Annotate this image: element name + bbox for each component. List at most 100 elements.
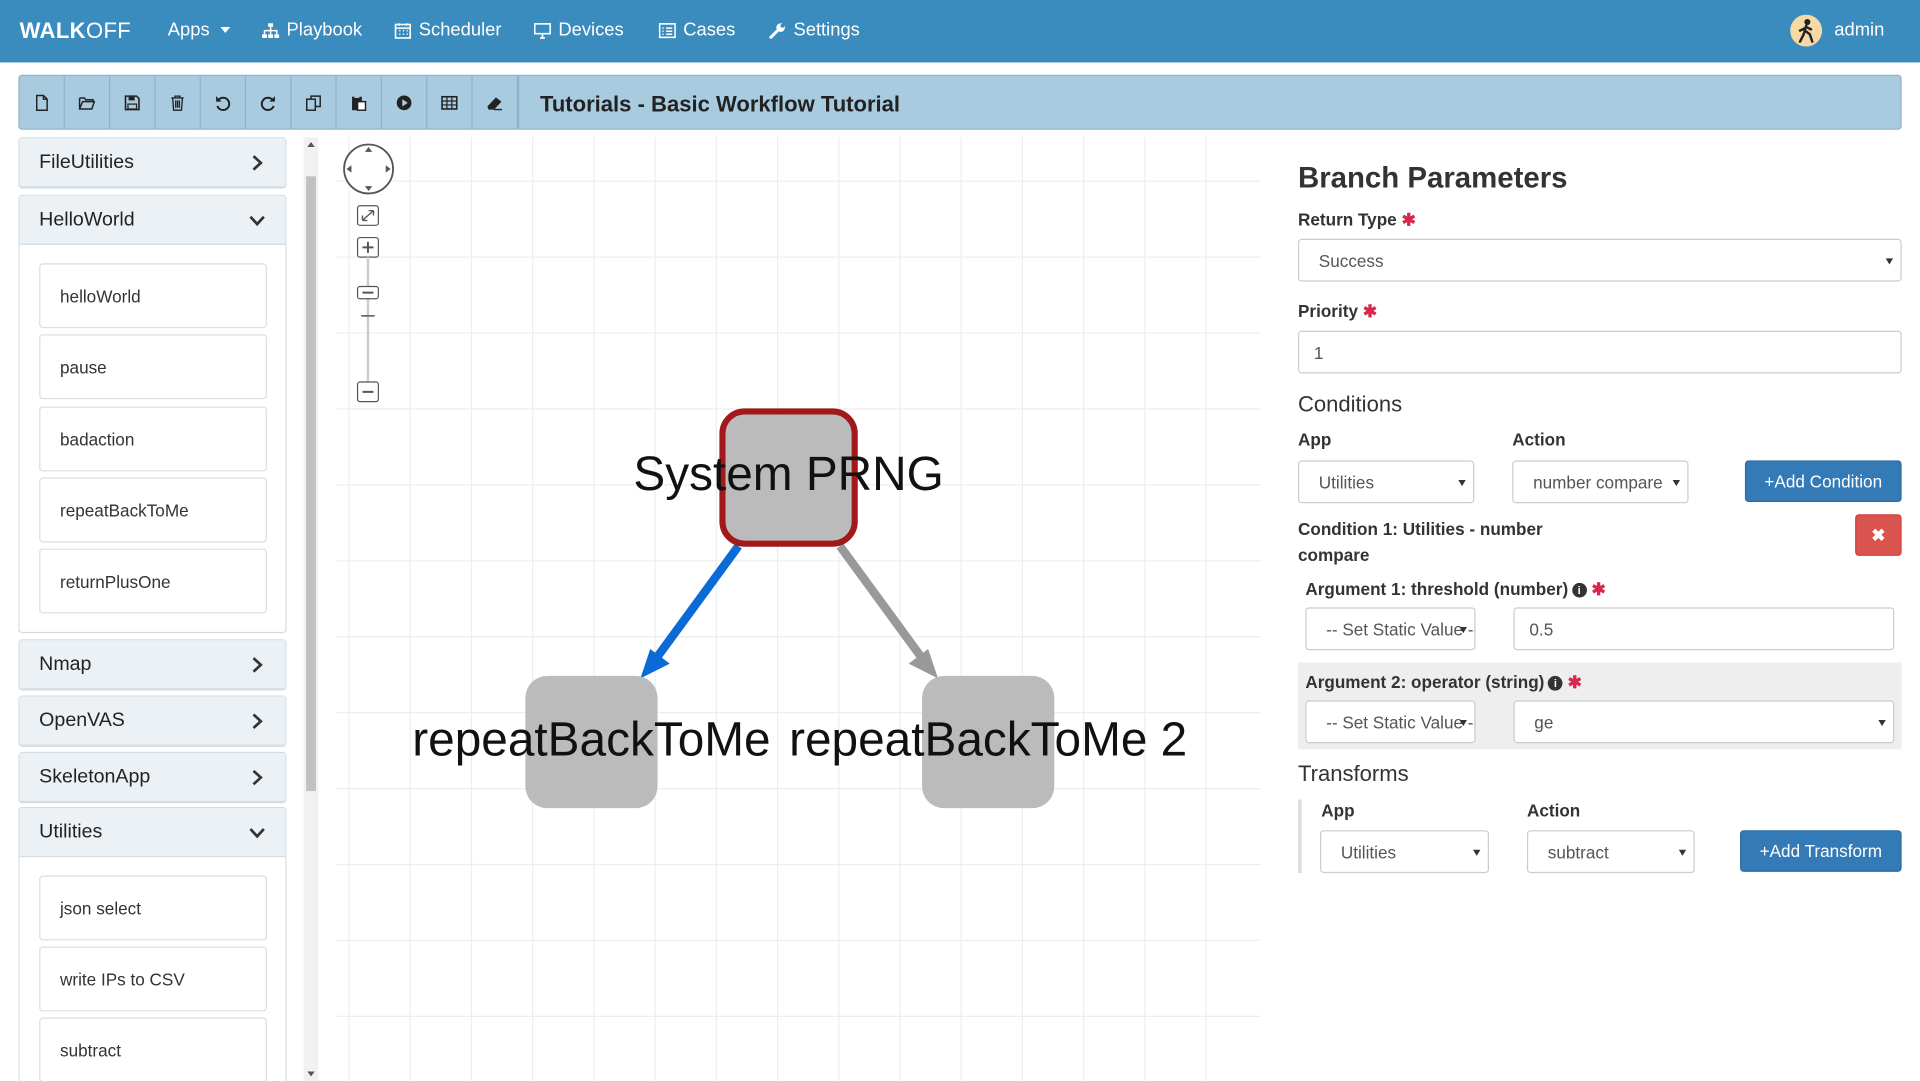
required-asterisk-icon: ✱ [1591, 579, 1606, 599]
app-panel-openvas: OpenVAS [18, 695, 287, 747]
scroll-down-arrow-icon[interactable] [307, 1071, 315, 1077]
user-avatar[interactable] [1790, 14, 1823, 47]
action-item-json-select[interactable]: json select [39, 875, 267, 941]
brand-logo[interactable]: WALKOFF [20, 18, 132, 44]
clear-button[interactable] [473, 75, 518, 129]
caret-down-icon [1885, 258, 1894, 265]
undo-button[interactable] [201, 75, 247, 129]
action-item-write-ips-to-csv[interactable]: write IPs to CSV [39, 946, 267, 1012]
nav-devices[interactable]: Devices [533, 20, 624, 40]
app-panel-nmap: Nmap [18, 639, 287, 691]
redo-button[interactable] [246, 75, 292, 129]
transform-action-label: Action [1526, 800, 1581, 821]
return-type-select[interactable]: Success [1297, 238, 1902, 282]
sidebar-scrollbar[interactable] [303, 137, 319, 1081]
caret-down-icon [1878, 720, 1886, 727]
app-name: Utilities [39, 821, 103, 843]
caret-down-icon [1459, 626, 1467, 634]
condition-action-label: Action [1512, 429, 1566, 450]
argument-1-source-select[interactable]: -- Set Static Value -- [1305, 607, 1476, 651]
graph-edge-selected[interactable] [647, 543, 742, 668]
app-header-helloworld[interactable]: HelloWorld [19, 195, 286, 245]
nav-playbook[interactable]: Playbook [262, 19, 363, 41]
info-icon[interactable]: i [1571, 582, 1587, 598]
remove-condition-button[interactable]: ✖ [1855, 514, 1902, 556]
nav-cases[interactable]: Cases [658, 19, 736, 41]
transform-action-select[interactable]: subtract [1526, 830, 1695, 874]
desktop-icon [533, 22, 551, 39]
action-item-pause[interactable]: pause [39, 334, 267, 400]
add-condition-button[interactable]: +Add Condition [1744, 460, 1902, 503]
username[interactable]: admin [1834, 20, 1884, 41]
open-button[interactable] [65, 75, 111, 129]
app-name: Nmap [39, 653, 92, 675]
node-label: repeatBackToMe 2 [789, 714, 1187, 767]
app-header-openvas[interactable]: OpenVAS [19, 696, 286, 746]
action-item-subtract[interactable]: subtract [39, 1017, 267, 1081]
chevron-right-icon [252, 713, 263, 729]
nav-cases-label: Cases [683, 19, 736, 41]
sitemap-icon [262, 22, 280, 38]
nav-scheduler[interactable]: Scheduler [394, 20, 501, 40]
caret-down-icon [220, 26, 231, 34]
graph-edge[interactable] [836, 543, 931, 668]
condition-1-title: Condition 1: Utilities - number compare [1297, 519, 1543, 565]
argument-1-value-input[interactable]: 0.5 [1513, 607, 1895, 651]
argument-2-label: Argument 2: operator (string) i ✱ [1305, 672, 1583, 692]
argument-2-source-select[interactable]: -- Set Static Value -- [1305, 700, 1476, 744]
save-button[interactable] [110, 75, 156, 129]
action-item-repeatbacktome[interactable]: repeatBackToMe [39, 477, 267, 543]
required-asterisk-icon: ✱ [1362, 301, 1378, 321]
action-item-badaction[interactable]: badaction [39, 406, 267, 472]
execute-button[interactable] [382, 75, 428, 129]
panel-title: Branch Parameters [1297, 161, 1568, 195]
scrollbar-thumb[interactable] [306, 176, 316, 792]
argument-2-value-select[interactable]: ge [1513, 700, 1895, 744]
chevron-down-icon [249, 828, 265, 839]
chevron-down-icon [249, 215, 265, 227]
action-item-returnplusone[interactable]: returnPlusOne [39, 548, 267, 614]
results-table-button[interactable] [427, 75, 473, 129]
delete-button[interactable] [156, 75, 201, 129]
copy-icon [306, 94, 321, 111]
app-header-skeletonapp[interactable]: SkeletonApp [19, 753, 286, 803]
caret-down-icon [1458, 480, 1466, 487]
nav-apps[interactable]: Apps [168, 20, 231, 40]
condition-app-label: App [1297, 429, 1332, 450]
priority-label: Priority ✱ [1297, 301, 1378, 321]
app-header-fileutilities[interactable]: FileUtilities [19, 138, 286, 188]
app-name: HelloWorld [39, 209, 135, 231]
scroll-up-arrow-icon[interactable] [307, 142, 315, 147]
info-icon[interactable]: i [1548, 675, 1563, 691]
caret-down-icon [1459, 720, 1467, 727]
caret-down-icon [1473, 849, 1481, 856]
execute-icon [396, 94, 412, 110]
condition-action-select[interactable]: number compare [1512, 460, 1689, 504]
calendar-icon [394, 22, 412, 39]
app-panel-fileutilities: FileUtilities [18, 137, 287, 189]
condition-app-select[interactable]: Utilities [1297, 460, 1475, 504]
toolbar-divider [517, 75, 520, 129]
action-item-helloworld[interactable]: helloWorld [39, 263, 267, 329]
workflow-graph-canvas[interactable]: System PRNG repeatBackToMe repeatBackToM… [336, 137, 1262, 1081]
paste-icon [352, 94, 367, 111]
app-header-utilities[interactable]: Utilities [19, 808, 286, 858]
workflow-title: Tutorials - Basic Workflow Tutorial [540, 91, 901, 117]
new-file-button[interactable] [20, 75, 65, 129]
nav-playbook-label: Playbook [286, 19, 363, 41]
paste-button[interactable] [337, 75, 383, 129]
walker-avatar-icon [1790, 14, 1823, 47]
transform-app-select[interactable]: Utilities [1320, 830, 1489, 874]
pan-zoom-control[interactable] [343, 143, 394, 403]
add-transform-button[interactable]: +Add Transform [1740, 830, 1902, 872]
open-folder-icon [78, 96, 96, 110]
copy-button[interactable] [291, 75, 337, 129]
zoom-slider-track[interactable] [366, 257, 370, 383]
argument-1-label: Argument 1: threshold (number) i ✱ [1305, 579, 1606, 599]
nav-settings[interactable]: Settings [769, 20, 860, 40]
app-panel-utilities: Utilities json select write IPs to CSV s… [18, 806, 287, 1081]
priority-input[interactable]: 1 [1297, 330, 1902, 374]
app-header-nmap[interactable]: Nmap [19, 640, 286, 690]
transforms-border [1297, 799, 1302, 874]
list-alt-icon [658, 22, 676, 38]
